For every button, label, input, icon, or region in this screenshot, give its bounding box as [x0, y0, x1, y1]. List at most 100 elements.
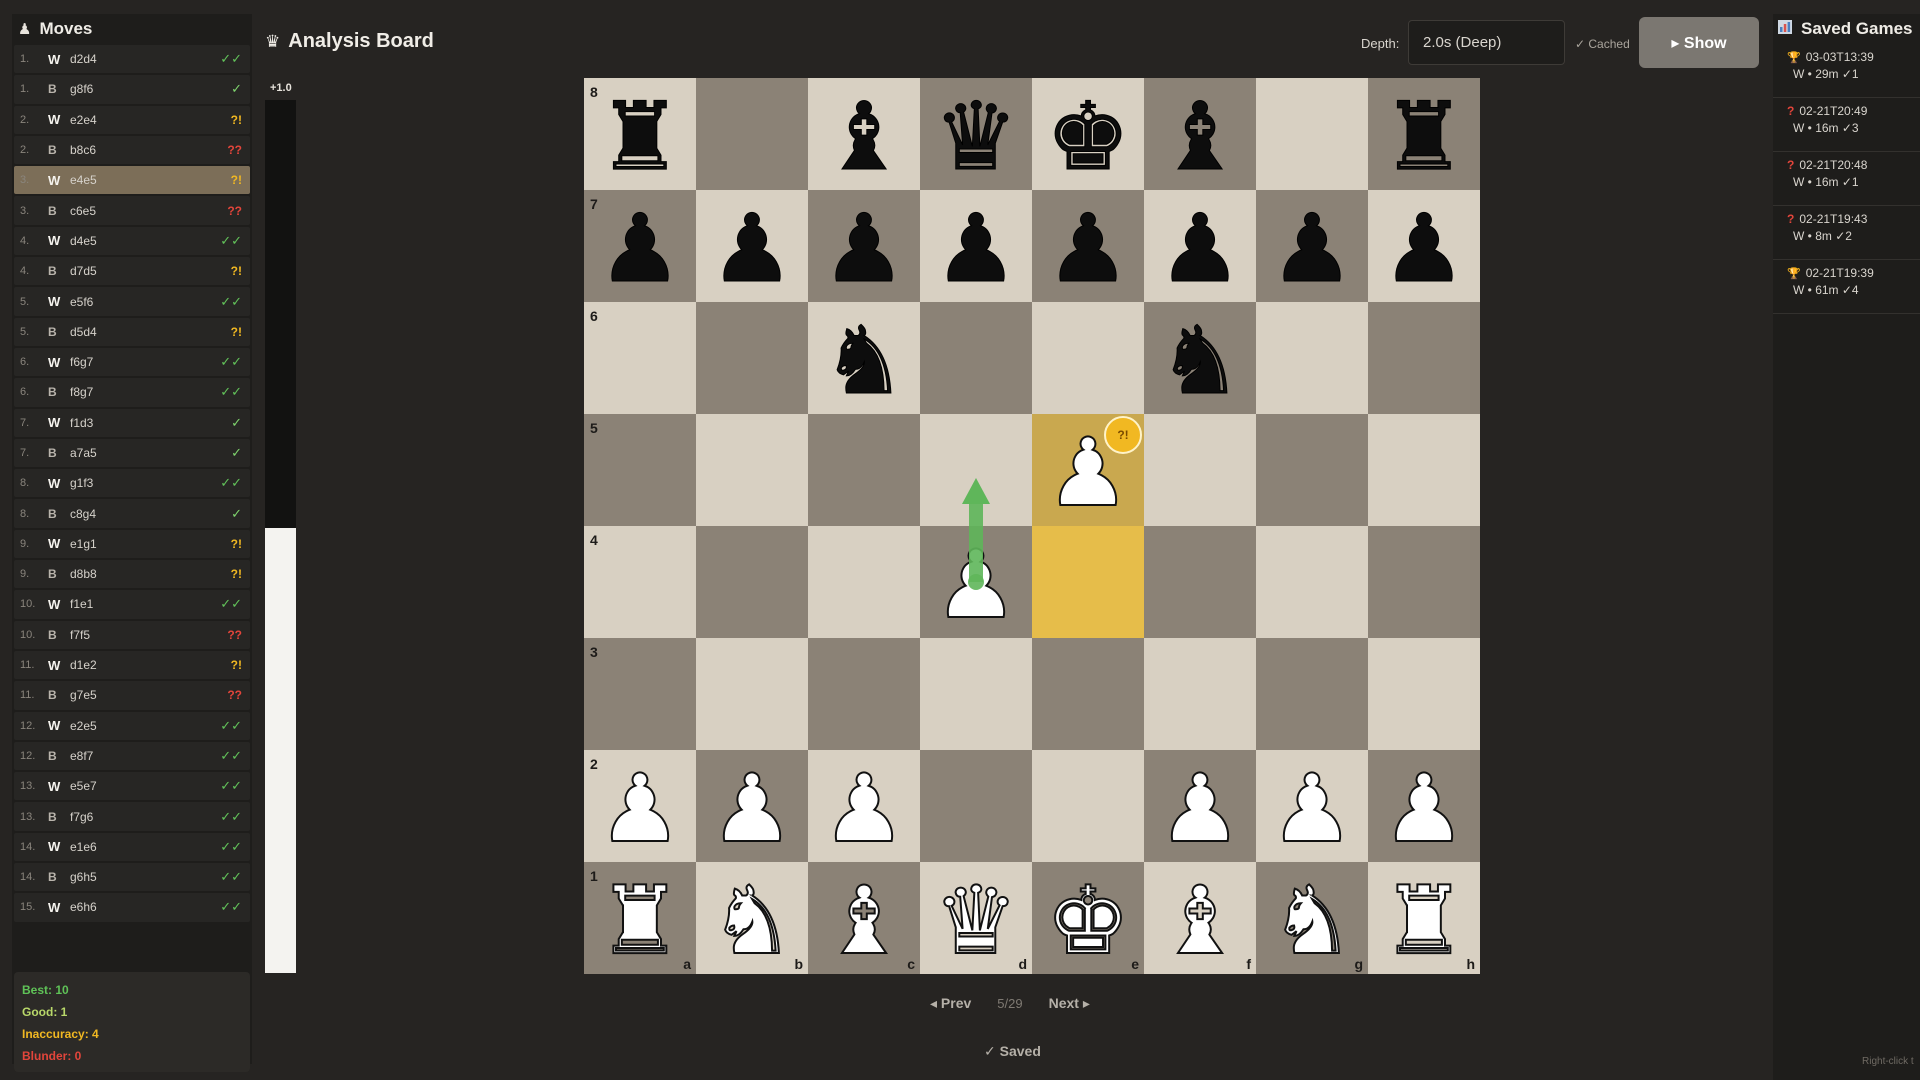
black-queen-icon[interactable]: ♛	[920, 82, 1032, 194]
black-king-icon[interactable]: ♚	[1032, 82, 1144, 194]
square-d1[interactable]: d ♛	[920, 862, 1032, 974]
square-e5[interactable]: ♟?!	[1032, 414, 1144, 526]
saved-game-item[interactable]: ? 02-21T20:48 W • 16m ✓1	[1773, 152, 1920, 206]
black-rook-icon[interactable]: ♜	[584, 82, 696, 194]
move-row[interactable]: 3. Bc6e5??	[14, 196, 250, 225]
square-c8[interactable]: ♝	[808, 78, 920, 190]
move-row[interactable]: 7. Ba7a5 ✓	[14, 438, 250, 468]
black-pawn-icon[interactable]: ♟	[584, 194, 696, 306]
square-e4[interactable]	[1032, 526, 1144, 638]
white-knight-icon[interactable]: ♞	[1256, 866, 1368, 978]
square-g6[interactable]	[1256, 302, 1368, 414]
move-row[interactable]: 8. Wg1f3 ✓✓	[14, 469, 250, 498]
square-e6[interactable]	[1032, 302, 1144, 414]
square-d5[interactable]	[920, 414, 1032, 526]
move-row[interactable]: 8. Bc8g4 ✓	[14, 499, 250, 528]
square-a3[interactable]: 3	[584, 638, 696, 750]
move-row[interactable]: 13. We5e7 ✓✓	[14, 772, 250, 801]
square-d4[interactable]: ♟	[920, 526, 1032, 638]
move-row[interactable]: 7. Wf1d3 ✓	[14, 408, 250, 437]
square-c7[interactable]: ♟	[808, 190, 920, 302]
square-d7[interactable]: ♟	[920, 190, 1032, 302]
move-row[interactable]: 13. Bf7g6 ✓✓	[14, 802, 250, 831]
move-row[interactable]: 6. Wf6g7 ✓✓	[14, 347, 250, 377]
move-row[interactable]: 10. Bf7f5??	[14, 620, 250, 649]
white-pawn-icon[interactable]: ♟	[1256, 754, 1368, 866]
square-e8[interactable]: ♚	[1032, 78, 1144, 190]
white-pawn-icon[interactable]: ♟	[920, 530, 1032, 642]
square-g4[interactable]	[1256, 526, 1368, 638]
square-a1[interactable]: 1 a ♜	[584, 862, 696, 974]
black-pawn-icon[interactable]: ♟	[1032, 194, 1144, 306]
square-g1[interactable]: g ♞	[1256, 862, 1368, 974]
square-f1[interactable]: f ♝	[1144, 862, 1256, 974]
show-button[interactable]: ▸ Show	[1639, 17, 1759, 68]
black-pawn-icon[interactable]: ♟	[1144, 194, 1256, 306]
saved-game-item[interactable]: ? 02-21T19:43 W • 8m ✓2	[1773, 206, 1920, 260]
next-button[interactable]: Next ▸	[1049, 995, 1090, 1012]
move-row[interactable]: 15. We6h6 ✓✓	[14, 893, 250, 922]
square-h7[interactable]: ♟	[1368, 190, 1480, 302]
square-a8[interactable]: 8 ♜	[584, 78, 696, 190]
white-pawn-icon[interactable]: ♟	[584, 754, 696, 866]
square-b4[interactable]	[696, 526, 808, 638]
white-rook-icon[interactable]: ♜	[584, 866, 696, 978]
move-row[interactable]: 9. We1g1?!	[14, 529, 250, 559]
saved-game-item[interactable]: ? 02-21T20:49 W • 16m ✓3	[1773, 98, 1920, 152]
square-b3[interactable]	[696, 638, 808, 750]
square-g5[interactable]	[1256, 414, 1368, 526]
square-b7[interactable]: ♟	[696, 190, 808, 302]
square-d6[interactable]	[920, 302, 1032, 414]
black-pawn-icon[interactable]: ♟	[696, 194, 808, 306]
square-h5[interactable]	[1368, 414, 1480, 526]
white-pawn-icon[interactable]: ♟	[1144, 754, 1256, 866]
black-pawn-icon[interactable]: ♟	[920, 194, 1032, 306]
white-pawn-icon[interactable]: ♟	[1368, 754, 1480, 866]
move-row[interactable]: 12. Be8f7 ✓✓	[14, 741, 250, 771]
square-b1[interactable]: b ♞	[696, 862, 808, 974]
square-f2[interactable]: ♟	[1144, 750, 1256, 862]
square-e3[interactable]	[1032, 638, 1144, 750]
square-f6[interactable]: ♞	[1144, 302, 1256, 414]
move-row[interactable]: 14. We1e6 ✓✓	[14, 832, 250, 862]
square-b5[interactable]	[696, 414, 808, 526]
square-e1[interactable]: e ♚	[1032, 862, 1144, 974]
square-c1[interactable]: c ♝	[808, 862, 920, 974]
white-pawn-icon[interactable]: ♟	[696, 754, 808, 866]
black-pawn-icon[interactable]: ♟	[808, 194, 920, 306]
square-c5[interactable]	[808, 414, 920, 526]
move-row[interactable]: 3. We4e5?!	[14, 166, 250, 195]
square-a5[interactable]: 5	[584, 414, 696, 526]
move-row[interactable]: 1. Bg8f6 ✓	[14, 75, 250, 104]
square-h4[interactable]	[1368, 526, 1480, 638]
square-f4[interactable]	[1144, 526, 1256, 638]
square-a2[interactable]: 2 ♟	[584, 750, 696, 862]
square-c6[interactable]: ♞	[808, 302, 920, 414]
square-b6[interactable]	[696, 302, 808, 414]
white-queen-icon[interactable]: ♛	[920, 866, 1032, 978]
move-row[interactable]: 1. Wd2d4 ✓✓	[14, 45, 250, 74]
square-h8[interactable]: ♜	[1368, 78, 1480, 190]
square-h2[interactable]: ♟	[1368, 750, 1480, 862]
move-row[interactable]: 11. Wd1e2?!	[14, 650, 250, 680]
square-g2[interactable]: ♟	[1256, 750, 1368, 862]
black-knight-icon[interactable]: ♞	[1144, 306, 1256, 418]
move-row[interactable]: 4. Bd7d5?!	[14, 257, 250, 286]
saved-game-item[interactable]: 🏆 03-03T13:39 W • 29m ✓1	[1773, 44, 1920, 98]
square-b2[interactable]: ♟	[696, 750, 808, 862]
depth-select[interactable]: 2.0s (Deep)	[1408, 20, 1565, 65]
move-row[interactable]: 11. Bg7e5??	[14, 681, 250, 710]
square-e2[interactable]	[1032, 750, 1144, 862]
square-b8[interactable]	[696, 78, 808, 190]
square-a4[interactable]: 4	[584, 526, 696, 638]
square-h6[interactable]	[1368, 302, 1480, 414]
white-king-icon[interactable]: ♚	[1032, 866, 1144, 978]
move-row[interactable]: 9. Bd8b8?!	[14, 560, 250, 589]
square-d8[interactable]: ♛	[920, 78, 1032, 190]
black-knight-icon[interactable]: ♞	[808, 306, 920, 418]
square-e7[interactable]: ♟	[1032, 190, 1144, 302]
chess-board[interactable]: 8 ♜ ♝ ♛ ♚ ♝ ♜ 7 ♟ ♟ ♟ ♟ ♟ ♟ ♟ ♟ 6 ♞ ♞ 5 ♟?! 4 ♟ 3 2 ♟ ♟ ♟ ♟ ♟ ♟ 1 a ♜ b ♞ c ♝…	[584, 78, 1480, 974]
square-g7[interactable]: ♟	[1256, 190, 1368, 302]
square-f5[interactable]	[1144, 414, 1256, 526]
move-row[interactable]: 12. We2e5 ✓✓	[14, 711, 250, 740]
